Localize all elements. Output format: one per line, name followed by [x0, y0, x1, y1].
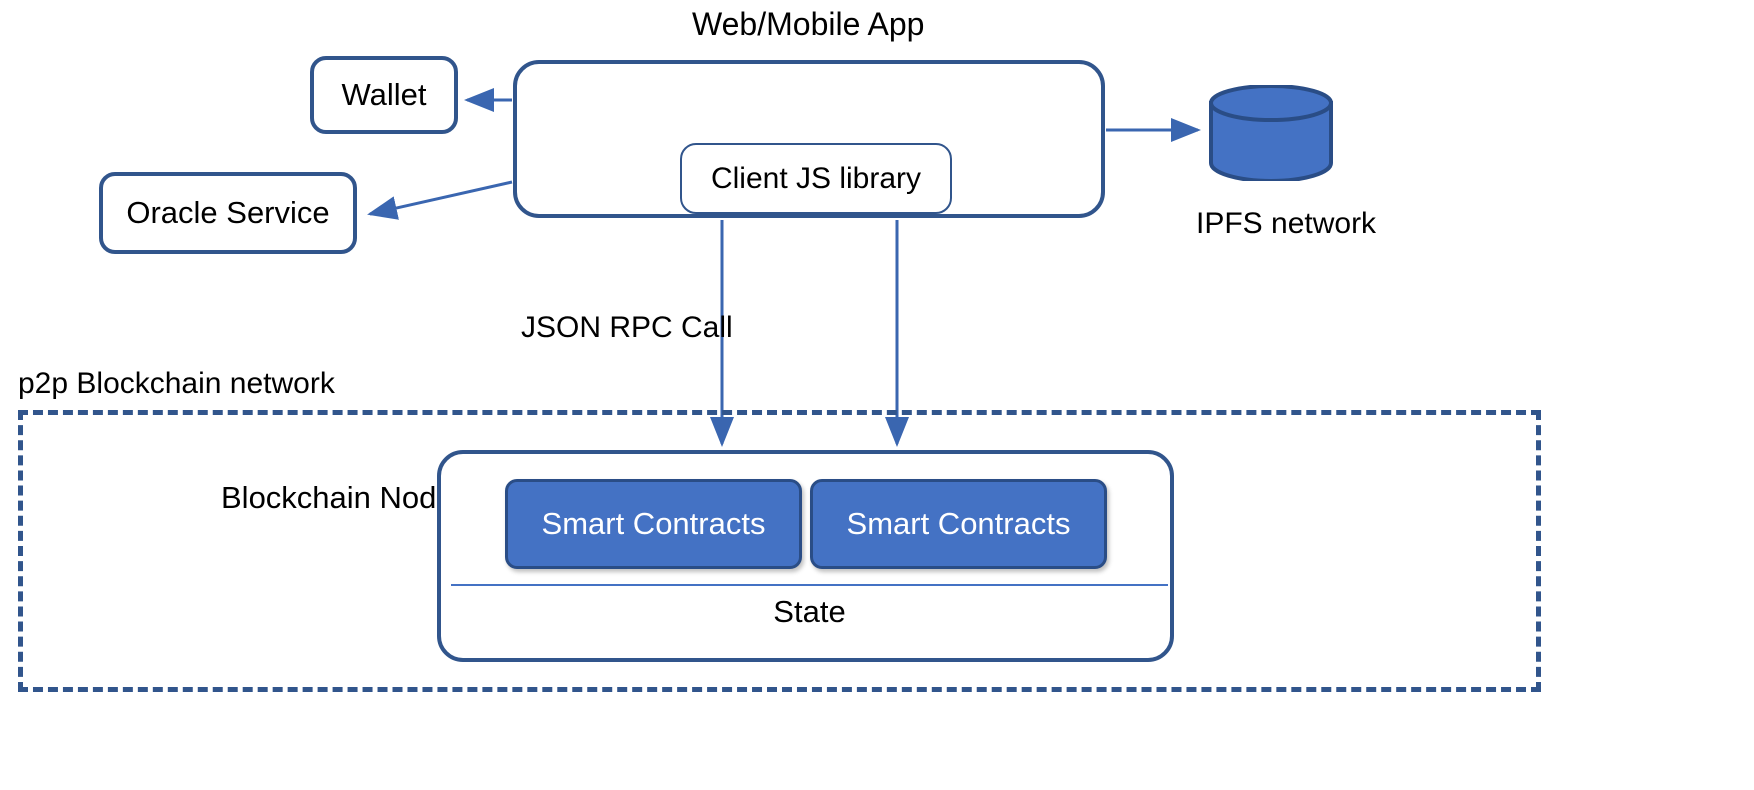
web-mobile-app-node[interactable]: Client JS library: [513, 60, 1105, 218]
p2p-blockchain-network-label: p2p Blockchain network: [18, 367, 335, 400]
wallet-label: Wallet: [341, 77, 427, 112]
blockchain-node[interactable]: Smart Contracts Smart Contracts State: [437, 450, 1174, 662]
wallet-node[interactable]: Wallet: [310, 56, 458, 134]
smart-contracts-label-1: Smart Contracts: [541, 506, 766, 541]
ipfs-network-label: IPFS network: [1196, 207, 1377, 240]
smart-contracts-label-2: Smart Contracts: [846, 506, 1071, 541]
state-divider: [451, 584, 1168, 586]
oracle-service-node[interactable]: Oracle Service: [99, 172, 357, 254]
client-js-library-node[interactable]: Client JS library: [680, 143, 952, 214]
blockchain-node-label: Blockchain Node: [221, 480, 454, 515]
edge-app-to-oracle: [367, 180, 513, 220]
smart-contracts-box-2[interactable]: Smart Contracts: [810, 479, 1107, 569]
client-js-library-label: Client JS library: [710, 161, 922, 195]
state-label: State: [773, 594, 846, 629]
oracle-service-label: Oracle Service: [126, 195, 330, 230]
smart-contracts-box-1[interactable]: Smart Contracts: [505, 479, 802, 569]
json-rpc-call-label: JSON RPC Call: [521, 311, 733, 344]
app-title: Web/Mobile App: [692, 6, 925, 42]
ipfs-cylinder-icon: [1209, 85, 1333, 181]
diagram-canvas: Web/Mobile App (HTML/CSS/JS) Wallet Orac…: [0, 0, 1754, 790]
